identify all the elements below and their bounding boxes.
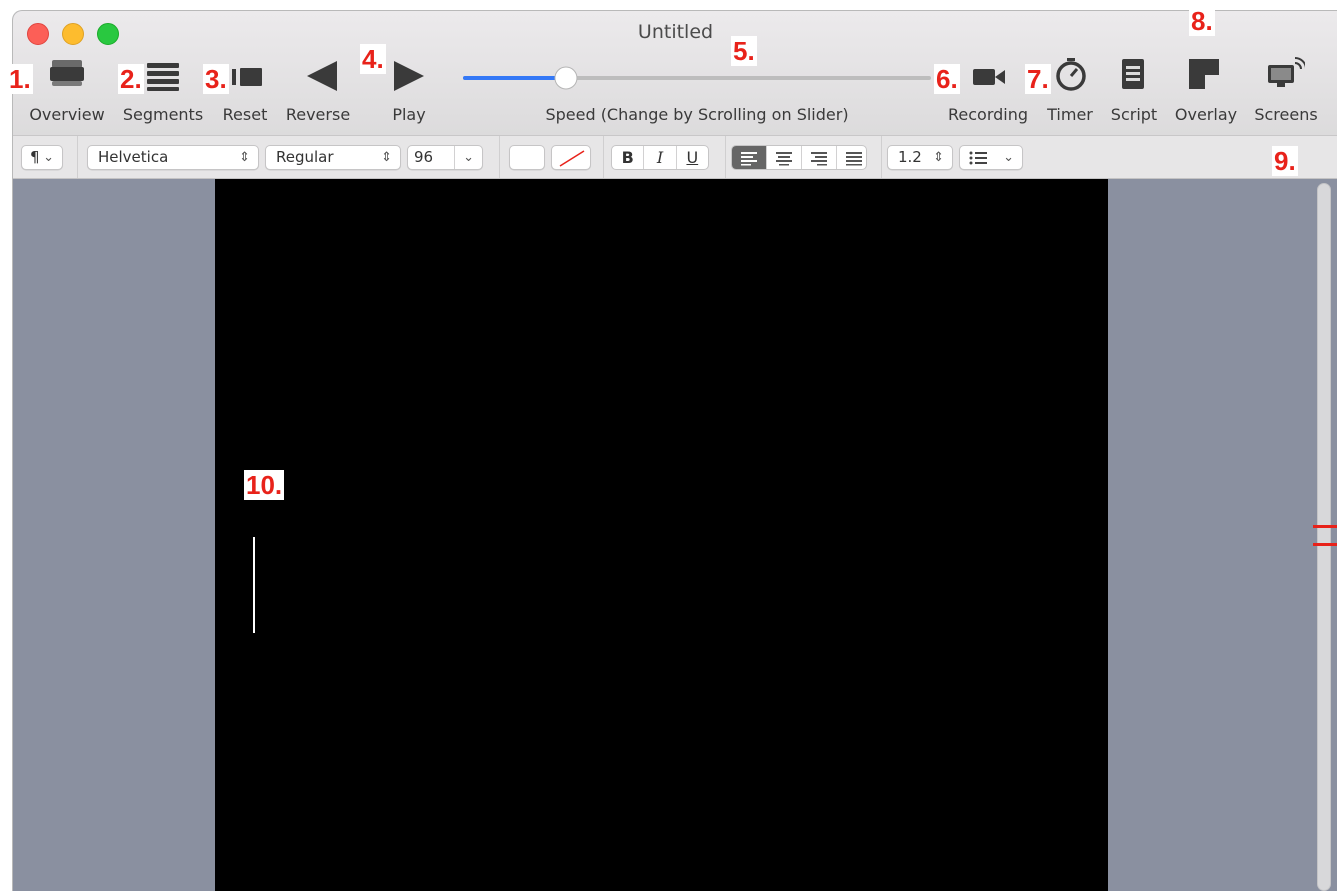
window-title: Untitled: [637, 21, 714, 43]
screens-label[interactable]: Screens: [1254, 105, 1317, 124]
divider: [725, 136, 726, 178]
font-size-combo[interactable]: 96 ⌄: [407, 145, 483, 170]
reset-label[interactable]: Reset: [223, 105, 268, 124]
overlay-label[interactable]: Overlay: [1175, 105, 1237, 124]
italic-button[interactable]: I: [644, 146, 677, 169]
callout-2: 2.: [118, 64, 144, 94]
align-justify-icon[interactable]: [837, 146, 871, 169]
speed-slider[interactable]: [461, 66, 933, 90]
video-camera-icon[interactable]: [969, 65, 1009, 89]
chevron-down-icon: ⌄: [1003, 150, 1014, 165]
format-bar: ¶ ⌄ Helvetica ⇕ Regular ⇕ 96 ⌄ B I U 1.2…: [13, 136, 1337, 179]
divider: [77, 136, 78, 178]
text-style-segmented[interactable]: B I U: [611, 145, 709, 170]
play-icon[interactable]: [391, 59, 427, 93]
callout-9: 9.: [1272, 146, 1298, 176]
reverse-label[interactable]: Reverse: [286, 105, 350, 124]
no-color-slash-icon: [559, 150, 585, 167]
script-editor-canvas[interactable]: [215, 179, 1108, 891]
segments-icon[interactable]: [145, 61, 181, 91]
segments-label[interactable]: Segments: [123, 105, 203, 124]
align-right-icon[interactable]: [802, 146, 837, 169]
timer-label[interactable]: Timer: [1047, 105, 1093, 124]
text-cursor: [253, 537, 255, 633]
alignment-segmented[interactable]: [731, 145, 867, 170]
script-label[interactable]: Script: [1111, 105, 1157, 124]
list-bullets-icon: [969, 151, 987, 165]
paragraph-icon: ¶: [30, 148, 40, 166]
background-color-well[interactable]: [551, 145, 591, 170]
speed-label: Speed (Change by Scrolling on Slider): [545, 105, 849, 124]
divider: [499, 136, 500, 178]
paragraph-style-dropdown[interactable]: ¶ ⌄: [21, 145, 63, 170]
app-window: Untitled Overview Segments Reset Reverse…: [12, 10, 1337, 891]
chevron-down-icon: ⌄: [43, 150, 54, 165]
font-style-select[interactable]: Regular ⇕: [265, 145, 401, 170]
up-down-chevron-icon: ⇕: [933, 150, 944, 165]
line-spacing-value: 1.2: [898, 148, 922, 166]
script-document-icon[interactable]: [1119, 57, 1147, 91]
overview-icon[interactable]: [49, 58, 85, 90]
up-down-chevron-icon: ⇕: [239, 150, 250, 165]
callout-7: 7.: [1025, 64, 1051, 94]
up-down-chevron-icon: ⇕: [381, 150, 392, 165]
callout-5: 5.: [731, 36, 757, 66]
line-spacing-select[interactable]: 1.2 ⇕: [887, 145, 953, 170]
screens-monitor-icon[interactable]: [1265, 53, 1305, 91]
callout-1: 1.: [7, 64, 33, 94]
play-label[interactable]: Play: [392, 105, 425, 124]
align-left-icon[interactable]: [732, 146, 767, 169]
reverse-icon[interactable]: [303, 59, 339, 93]
callout-8: 8.: [1189, 6, 1215, 36]
divider: [603, 136, 604, 178]
callout-4: 4.: [360, 44, 386, 74]
chevron-down-icon: ⌄: [454, 146, 474, 169]
recording-label[interactable]: Recording: [948, 105, 1028, 124]
bold-button[interactable]: B: [612, 146, 645, 169]
vertical-scrollbar[interactable]: [1317, 183, 1331, 891]
font-family-select[interactable]: Helvetica ⇕: [87, 145, 259, 170]
font-family-value: Helvetica: [98, 148, 169, 166]
underline-button[interactable]: U: [677, 146, 708, 169]
reset-icon[interactable]: [228, 65, 268, 89]
text-color-well[interactable]: [509, 145, 545, 170]
font-size-value: 96: [414, 148, 434, 166]
overlay-icon[interactable]: [1187, 57, 1221, 91]
overview-label[interactable]: Overview: [29, 105, 104, 124]
scroll-position-marker-bottom: [1313, 543, 1337, 546]
callout-3: 3.: [203, 64, 229, 94]
callout-10: 10.: [244, 470, 285, 500]
font-style-value: Regular: [276, 148, 334, 166]
divider: [881, 136, 882, 178]
list-style-dropdown[interactable]: ⌄: [959, 145, 1023, 170]
scroll-position-marker-top: [1313, 525, 1337, 528]
callout-6: 6.: [934, 64, 960, 94]
stopwatch-icon[interactable]: [1053, 56, 1089, 92]
align-center-icon[interactable]: [767, 146, 802, 169]
